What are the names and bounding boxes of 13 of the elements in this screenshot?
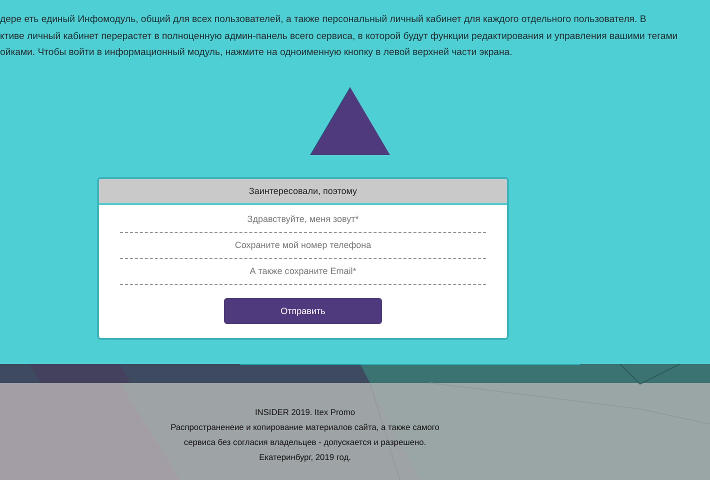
footer-text: Распространенеие и копирование материалов сайта, а также самого xyxy=(170,421,440,434)
input-field[interactable]: Здравствуйте, меня зовут* xyxy=(120,206,486,232)
footer-text: сервиса без согласия владельцев - допускается и разрешено. xyxy=(184,436,426,449)
submit-button[interactable]: Отправить xyxy=(224,298,382,324)
triangle-icon xyxy=(310,86,390,154)
intro-text: дере еть единый Инфомодуль, общий для всех пользователей, а также персональный личный кабинет для каждого отдельного пользователя. В xyxy=(0,13,648,27)
footer-text: INSIDER 2019. Itex Promo xyxy=(254,406,356,419)
intro-text: ктиве личный кабинет перерастет в полноценную админ-панель всего сервиса, в которой будут функции редактирования и управления вашими тегами xyxy=(0,30,679,44)
intro-text: ойками. Чтобы войти в информационный модуль, нажмите на одноименную кнопку в левой верхней части экрана. xyxy=(0,46,514,60)
input-field[interactable]: Сохраните мой номер телефона xyxy=(120,232,486,258)
form-title: Заинтересовали, поэтому xyxy=(99,178,507,204)
footer-text: Екатеринбург, 2019 год. xyxy=(259,451,351,464)
input-field[interactable]: А также сохраните Email* xyxy=(120,258,486,284)
